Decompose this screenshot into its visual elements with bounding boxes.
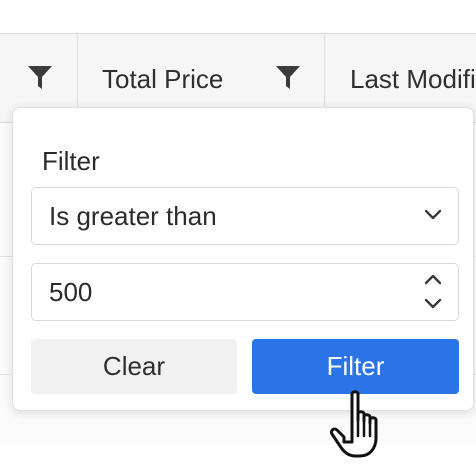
chevron-up-icon[interactable] [424,273,442,285]
clear-button[interactable]: Clear [31,339,237,394]
filter-value-input[interactable]: 500 [31,263,459,321]
filter-button[interactable]: Filter [252,339,459,394]
data-grid-screen: Total Price Last Modifi Filter Is greate… [0,0,476,466]
filter-operator-value: Is greater than [49,201,217,231]
filter-popup: Filter Is greater than 500 Clear Filter [12,107,474,411]
filter-icon[interactable] [27,64,53,92]
column-header-total-price[interactable]: Total Price [102,62,223,96]
chevron-down-icon[interactable] [424,298,442,310]
filter-popup-title: Filter [42,146,100,176]
column-header-last-modified[interactable]: Last Modifi [350,62,476,96]
filter-icon[interactable] [275,64,301,92]
filter-operator-select[interactable]: Is greater than [31,187,459,245]
filter-value-text: 500 [49,277,93,307]
hand-pointer-icon [330,390,378,458]
chevron-down-icon [424,209,442,220]
